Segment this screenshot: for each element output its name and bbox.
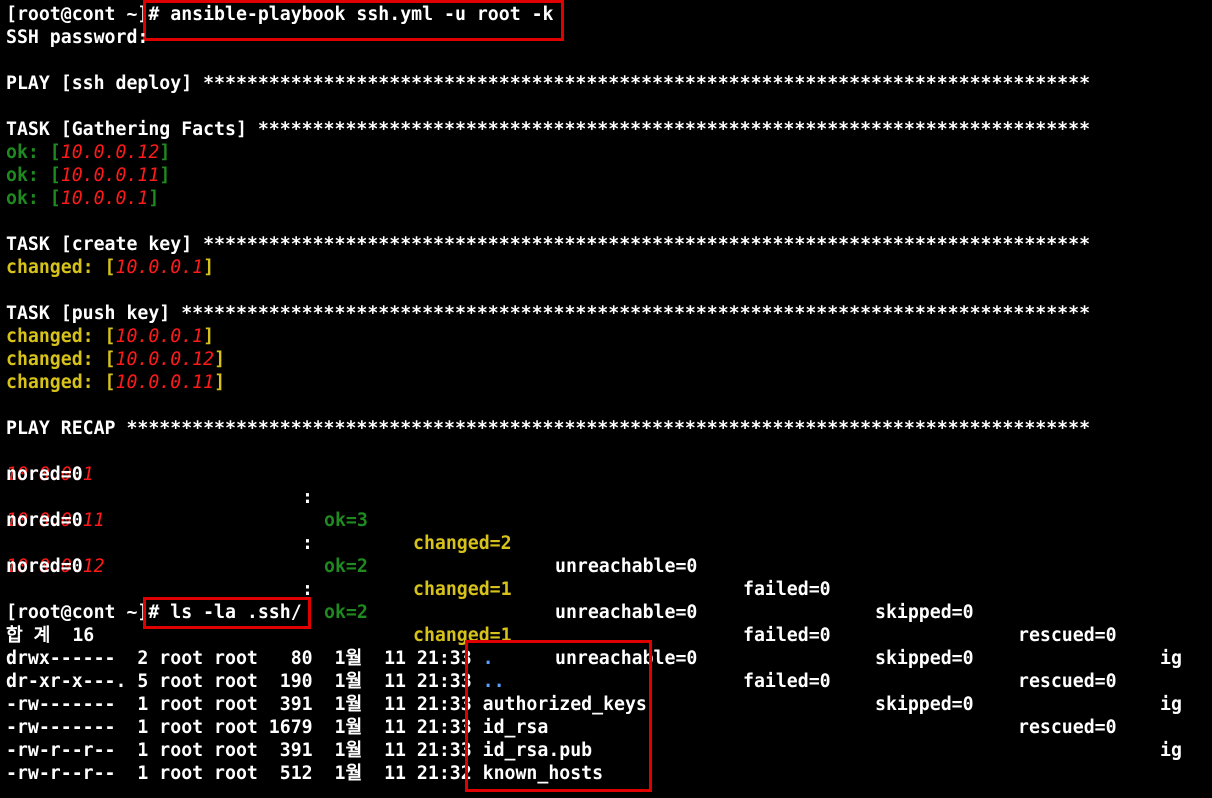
recap-row: 10.0.0.1 : ok=3 changed=2 unreachable=0 …: [0, 440, 1212, 669]
recap-unreachable: unreachable=0: [555, 602, 698, 623]
recap-skipped: skipped=0: [875, 694, 974, 715]
recap-ignored-head: ig: [1160, 694, 1182, 715]
recap-row: 10.0.0.11 : ok=2 changed=1 unreachable=0…: [0, 486, 1212, 715]
recap-ignored-tail: nored=0: [6, 510, 83, 531]
shell-prompt: [root@cont ~]: [6, 4, 149, 25]
task-result-line: changed: [10.0.0.11]: [6, 372, 226, 393]
recap-ok: ok=2: [324, 602, 368, 623]
host-ip: 10.0.0.1: [115, 257, 204, 278]
host-ip: 10.0.0.11: [60, 165, 160, 186]
host-ip: 10.0.0.1: [60, 188, 149, 209]
host-ip: 10.0.0.12: [60, 142, 160, 163]
files-highlight-box: [465, 640, 652, 792]
host-ip: 10.0.0.1: [115, 326, 204, 347]
recap-skipped: skipped=0: [875, 648, 974, 669]
ls-entry-meta: -rw-r--r-- 1 root root 391 1월 11 21:33: [6, 740, 483, 761]
task-result-line: ok: [10.0.0.12]: [6, 142, 171, 163]
ls-entry-meta: -rw------- 1 root root 1679 1월 11 21:33: [6, 717, 483, 738]
recap-ok: ok=3: [324, 510, 368, 531]
recap-rescued: rescued=0: [1018, 717, 1117, 738]
ls-entry-meta: drwx------ 2 root root 80 1월 11 21:33: [6, 648, 483, 669]
task-result-line: changed: [10.0.0.1]: [6, 326, 215, 347]
task-result-line: ok: [10.0.0.11]: [6, 165, 171, 186]
play-header: PLAY [ssh deploy] **********************…: [6, 73, 1091, 94]
recap-ignored-head: ig: [1160, 740, 1182, 761]
recap-row: 10.0.0.12 : ok=2 changed=1 unreachable=0…: [0, 532, 1212, 761]
task-result-line: ok: [10.0.0.1]: [6, 188, 160, 209]
recap-failed: failed=0: [743, 671, 831, 692]
host-ip: 10.0.0.12: [115, 349, 215, 370]
ls-entry-meta: -rw------- 1 root root 391 1월 11 21:33: [6, 694, 483, 715]
recap-failed: failed=0: [743, 625, 831, 646]
ls-entry: dr-xr-x---. 5 root root 190 1월 11 21:33 …: [6, 670, 505, 693]
recap-ignored-tail: nored=0: [6, 556, 83, 577]
task-header-gathering-facts: TASK [Gathering Facts] *****************…: [6, 119, 1091, 140]
host-ip: 10.0.0.11: [115, 372, 215, 393]
recap-rescued: rescued=0: [1018, 625, 1117, 646]
recap-ignored-tail: nored=0: [6, 464, 83, 485]
task-result-line: changed: [10.0.0.12]: [6, 349, 226, 370]
recap-skipped: skipped=0: [875, 602, 974, 623]
command-highlight-box: [143, 0, 564, 41]
recap-unreachable: unreachable=0: [555, 556, 698, 577]
recap-ignored-head: ig: [1160, 648, 1182, 669]
recap-failed: failed=0: [743, 579, 831, 600]
ls-entry-meta: -rw-r--r-- 1 root root 512 1월 11 21:32: [6, 763, 483, 784]
recap-changed: changed=1: [413, 579, 512, 600]
task-header-push-key: TASK [push key] ************************…: [6, 303, 1091, 324]
ls-total-line: 합 계 16: [6, 625, 95, 646]
play-recap-header: PLAY RECAP *****************************…: [6, 418, 1091, 439]
terminal-window[interactable]: [root@cont ~]# ansible-playbook ssh.yml …: [0, 0, 1212, 798]
task-header-create-key: TASK [create key] **********************…: [6, 234, 1091, 255]
shell-prompt: [root@cont ~]: [6, 602, 149, 623]
command-highlight-box: [143, 597, 311, 629]
ls-entry-meta: dr-xr-x---. 5 root root 190 1월 11 21:33: [6, 671, 483, 692]
task-result-line: changed: [10.0.0.1]: [6, 257, 215, 278]
recap-ok: ok=2: [324, 556, 368, 577]
recap-rescued: rescued=0: [1018, 671, 1117, 692]
ls-entry: drwx------ 2 root root 80 1월 11 21:33 .: [6, 647, 494, 670]
ssh-password-prompt: SSH password:: [6, 27, 149, 48]
